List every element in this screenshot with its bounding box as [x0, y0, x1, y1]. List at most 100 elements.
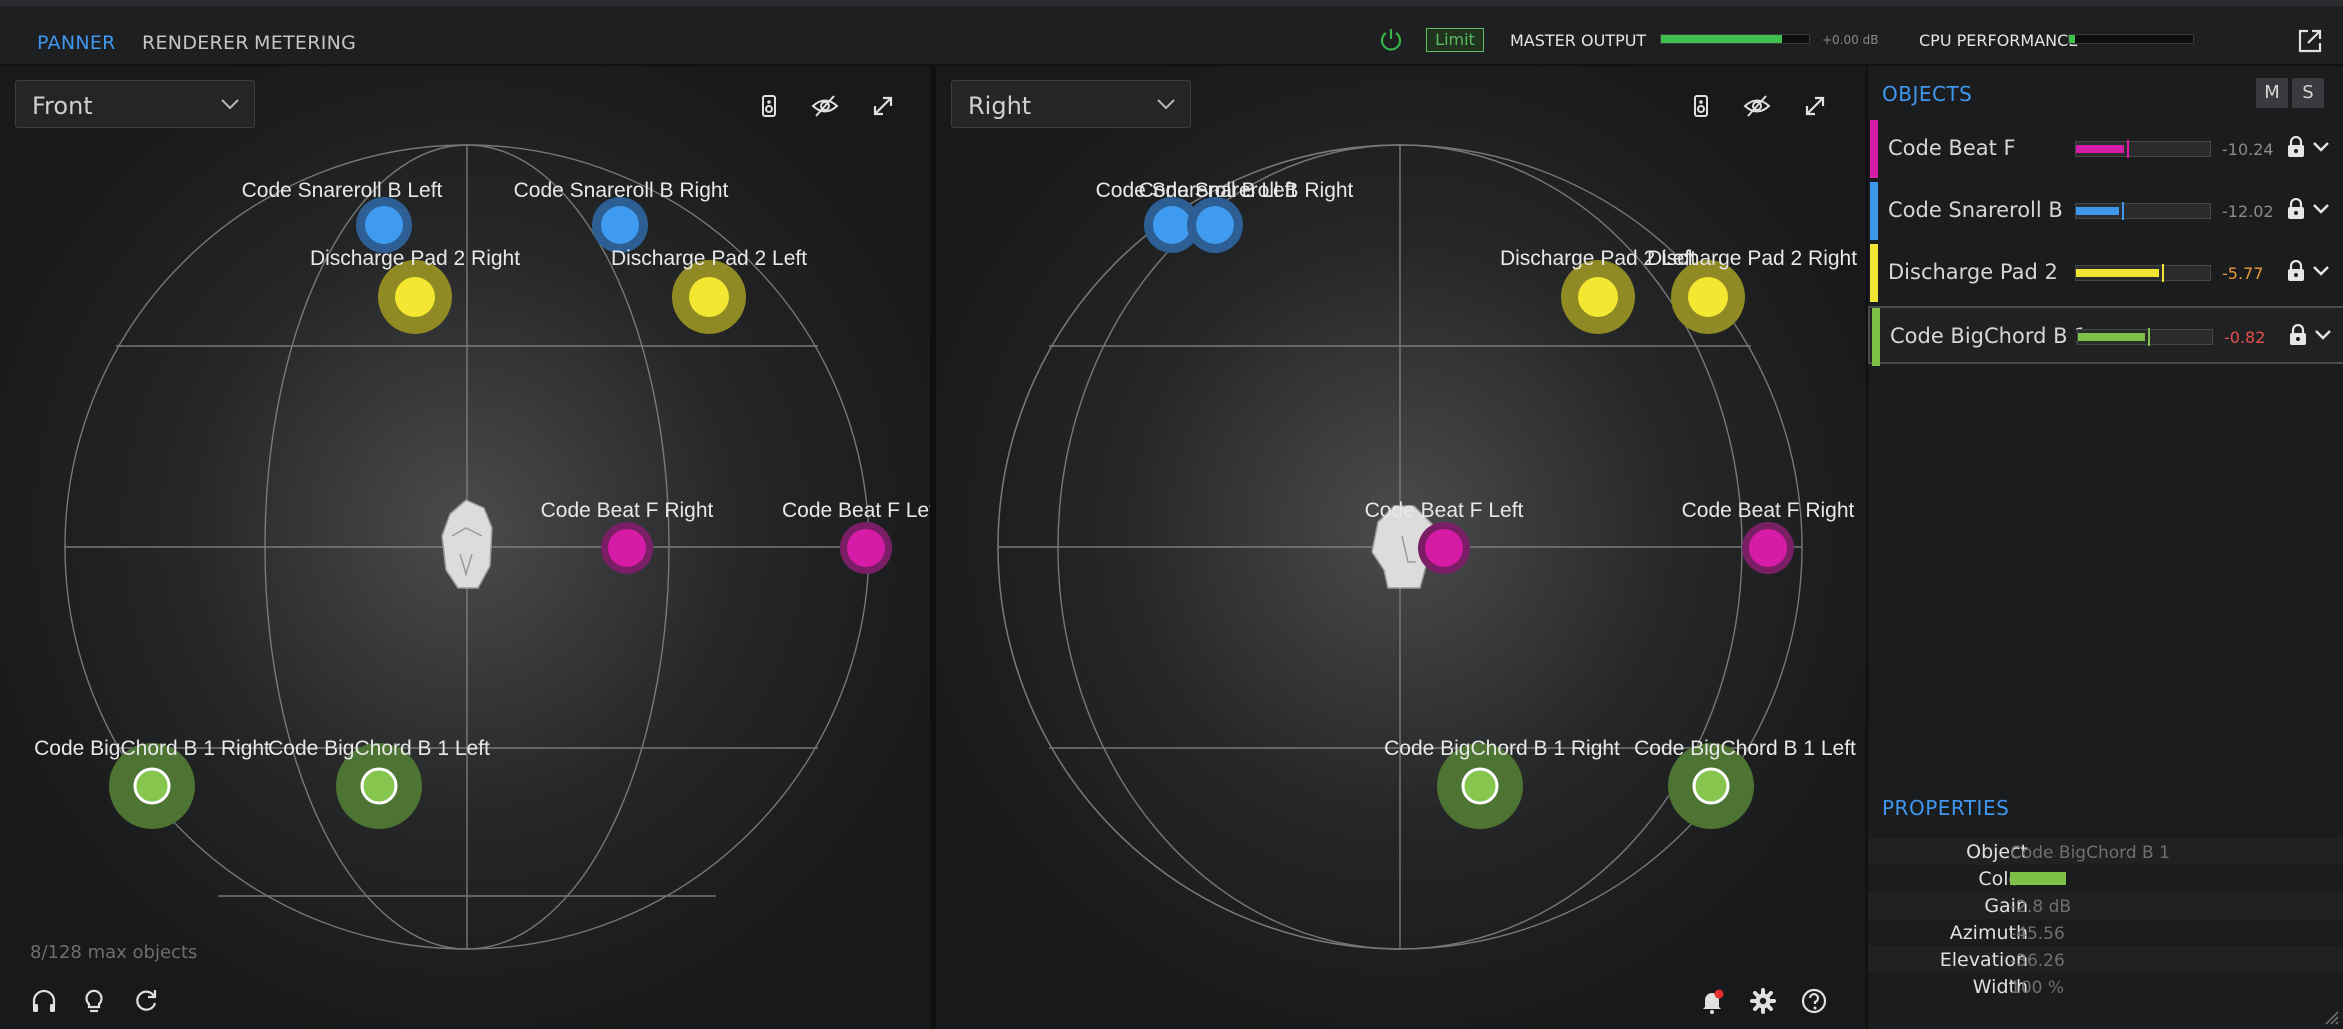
right-view-canvas[interactable]: Code Snareroll B Right Code Snareroll B …: [936, 66, 1866, 1029]
master-output-label: MASTER OUTPUT: [1510, 31, 1647, 50]
left-view-select-value: Front: [32, 92, 93, 120]
object-gain-handle[interactable]: [2147, 328, 2150, 346]
pad-right-marker[interactable]: [395, 277, 435, 317]
lock-icon[interactable]: [2286, 198, 2306, 220]
pad-right-marker[interactable]: [1688, 277, 1728, 317]
chord-right-label: Code BigChord B 1 Right: [34, 737, 270, 760]
property-elevation-value[interactable]: -36.26: [2010, 951, 2065, 971]
object-row[interactable]: Discharge Pad 2 -5.77: [1868, 244, 2343, 302]
snareroll-right-marker[interactable]: [601, 206, 639, 244]
lock-icon[interactable]: [2286, 260, 2306, 282]
object-gain-fill: [2076, 145, 2125, 153]
object-gain-handle[interactable]: [2126, 140, 2129, 158]
object-row-selected[interactable]: Code BigChord B 1 -0.82: [1868, 306, 2343, 366]
object-color-swatch: [1870, 244, 1878, 302]
front-view-canvas[interactable]: Code Snareroll B Left Code Snareroll B R…: [0, 66, 930, 1029]
object-row[interactable]: Code Snareroll B -12.02: [1868, 182, 2343, 240]
limit-toggle[interactable]: Limit: [1426, 28, 1484, 52]
property-width-row: Width 100 %: [1868, 973, 2343, 1000]
chevron-down-icon[interactable]: [2314, 329, 2332, 341]
beat-right-label: Code Beat F Right: [1682, 499, 1855, 522]
property-width-value[interactable]: 100 %: [2010, 978, 2064, 998]
fullscreen-icon[interactable]: [869, 92, 897, 120]
right-view-select[interactable]: Right: [951, 80, 1191, 128]
left-view-select[interactable]: Front: [15, 80, 255, 128]
beat-right-marker[interactable]: [1749, 529, 1787, 567]
speaker-icon[interactable]: [1687, 92, 1715, 120]
snareroll-left-label: Code Snareroll B Left: [1096, 179, 1297, 202]
object-gain-handle[interactable]: [2121, 202, 2124, 220]
pad-left-marker[interactable]: [1578, 277, 1618, 317]
property-object-row: Object Code BigChord B 1: [1868, 838, 2343, 865]
top-bar: PANNER RENDERER METERING Limit MASTER OU…: [0, 0, 2343, 66]
speaker-icon[interactable]: [755, 92, 783, 120]
object-gain-slider[interactable]: [2075, 202, 2211, 220]
mute-button[interactable]: M: [2256, 78, 2288, 108]
objects-sidebar: OBJECTS M S Code Beat F -10.24 Code Snar…: [1866, 66, 2343, 1029]
snareroll-right-label: Code Snareroll B Right: [514, 179, 729, 202]
snareroll-left-marker[interactable]: [1196, 206, 1234, 244]
eye-hidden-icon[interactable]: [1743, 92, 1771, 120]
resize-grip-icon[interactable]: [2321, 1007, 2339, 1025]
gear-icon[interactable]: [1748, 986, 1778, 1016]
lock-icon[interactable]: [2286, 136, 2306, 158]
object-gain-slider[interactable]: [2077, 328, 2213, 346]
object-gain-value: -10.24: [2222, 140, 2274, 159]
chord-left-marker[interactable]: [1692, 767, 1730, 805]
object-name: Code BigChord B 1: [1890, 324, 2088, 348]
tab-panner[interactable]: PANNER: [37, 32, 116, 54]
beat-right-marker[interactable]: [608, 529, 646, 567]
fullscreen-icon[interactable]: [1801, 92, 1829, 120]
lightbulb-icon[interactable]: [79, 986, 109, 1016]
object-count: 8/128 max objects: [30, 942, 198, 963]
chevron-down-icon[interactable]: [2312, 265, 2330, 277]
lock-icon[interactable]: [2288, 324, 2308, 346]
object-name: Discharge Pad 2: [1888, 260, 2058, 284]
snareroll-left-marker[interactable]: [365, 206, 403, 244]
property-azimuth-value[interactable]: -45.56: [2010, 924, 2065, 944]
snareroll-right-marker[interactable]: [1153, 206, 1191, 244]
eye-hidden-icon[interactable]: [811, 92, 839, 120]
chord-right-marker[interactable]: [133, 767, 171, 805]
power-icon[interactable]: [1378, 27, 1404, 53]
chord-right-marker[interactable]: [1461, 767, 1499, 805]
front-view-panel[interactable]: Code Snareroll B Left Code Snareroll B R…: [0, 66, 930, 1029]
pad-left-marker[interactable]: [689, 277, 729, 317]
help-icon[interactable]: [1799, 986, 1829, 1016]
master-output-meter: [1660, 34, 1810, 44]
right-view-panel[interactable]: Code Snareroll B Right Code Snareroll B …: [936, 66, 1866, 1029]
object-gain-value: -5.77: [2222, 264, 2264, 283]
object-gain-value: -12.02: [2222, 202, 2274, 221]
object-gain-handle[interactable]: [2161, 264, 2164, 282]
notification-bell-icon[interactable]: [1697, 986, 1727, 1016]
objects-heading: OBJECTS: [1882, 82, 1973, 106]
property-color-swatch[interactable]: [2010, 872, 2066, 885]
chord-left-label: Code BigChord B 1 Left: [268, 737, 490, 760]
chevron-down-icon[interactable]: [2312, 203, 2330, 215]
cpu-performance-label: CPU PERFORMANCE: [1919, 31, 2079, 50]
object-gain-value: -0.82: [2224, 328, 2266, 347]
refresh-icon[interactable]: [131, 986, 161, 1016]
popout-icon[interactable]: [2296, 27, 2324, 55]
chevron-down-icon[interactable]: [2312, 141, 2330, 153]
property-azimuth-row: Azimuth -45.56: [1868, 919, 2343, 946]
object-gain-slider[interactable]: [2075, 264, 2211, 282]
object-gain-slider[interactable]: [2075, 140, 2211, 158]
beat-left-marker[interactable]: [847, 529, 885, 567]
beat-right-label: Code Beat F Right: [541, 499, 714, 522]
object-color-swatch: [1870, 120, 1878, 178]
pad-right-label: Discharge Pad 2 Right: [1647, 247, 1857, 270]
master-output-db: +0.00 dB: [1822, 33, 1879, 47]
tab-renderer[interactable]: RENDERER: [142, 32, 249, 54]
headphones-icon[interactable]: [29, 986, 59, 1016]
object-row[interactable]: Code Beat F -10.24: [1868, 120, 2343, 178]
beat-left-marker[interactable]: [1425, 529, 1463, 567]
properties-heading: PROPERTIES: [1882, 796, 2010, 820]
pad-right-label: Discharge Pad 2 Right: [310, 247, 520, 270]
tab-metering[interactable]: METERING: [254, 32, 356, 54]
chord-left-marker[interactable]: [360, 767, 398, 805]
property-gain-value[interactable]: -2.8 dB: [2010, 897, 2071, 917]
object-color-swatch: [1872, 308, 1880, 366]
solo-button[interactable]: S: [2292, 78, 2324, 108]
property-elevation-row: Elevation -36.26: [1868, 946, 2343, 973]
